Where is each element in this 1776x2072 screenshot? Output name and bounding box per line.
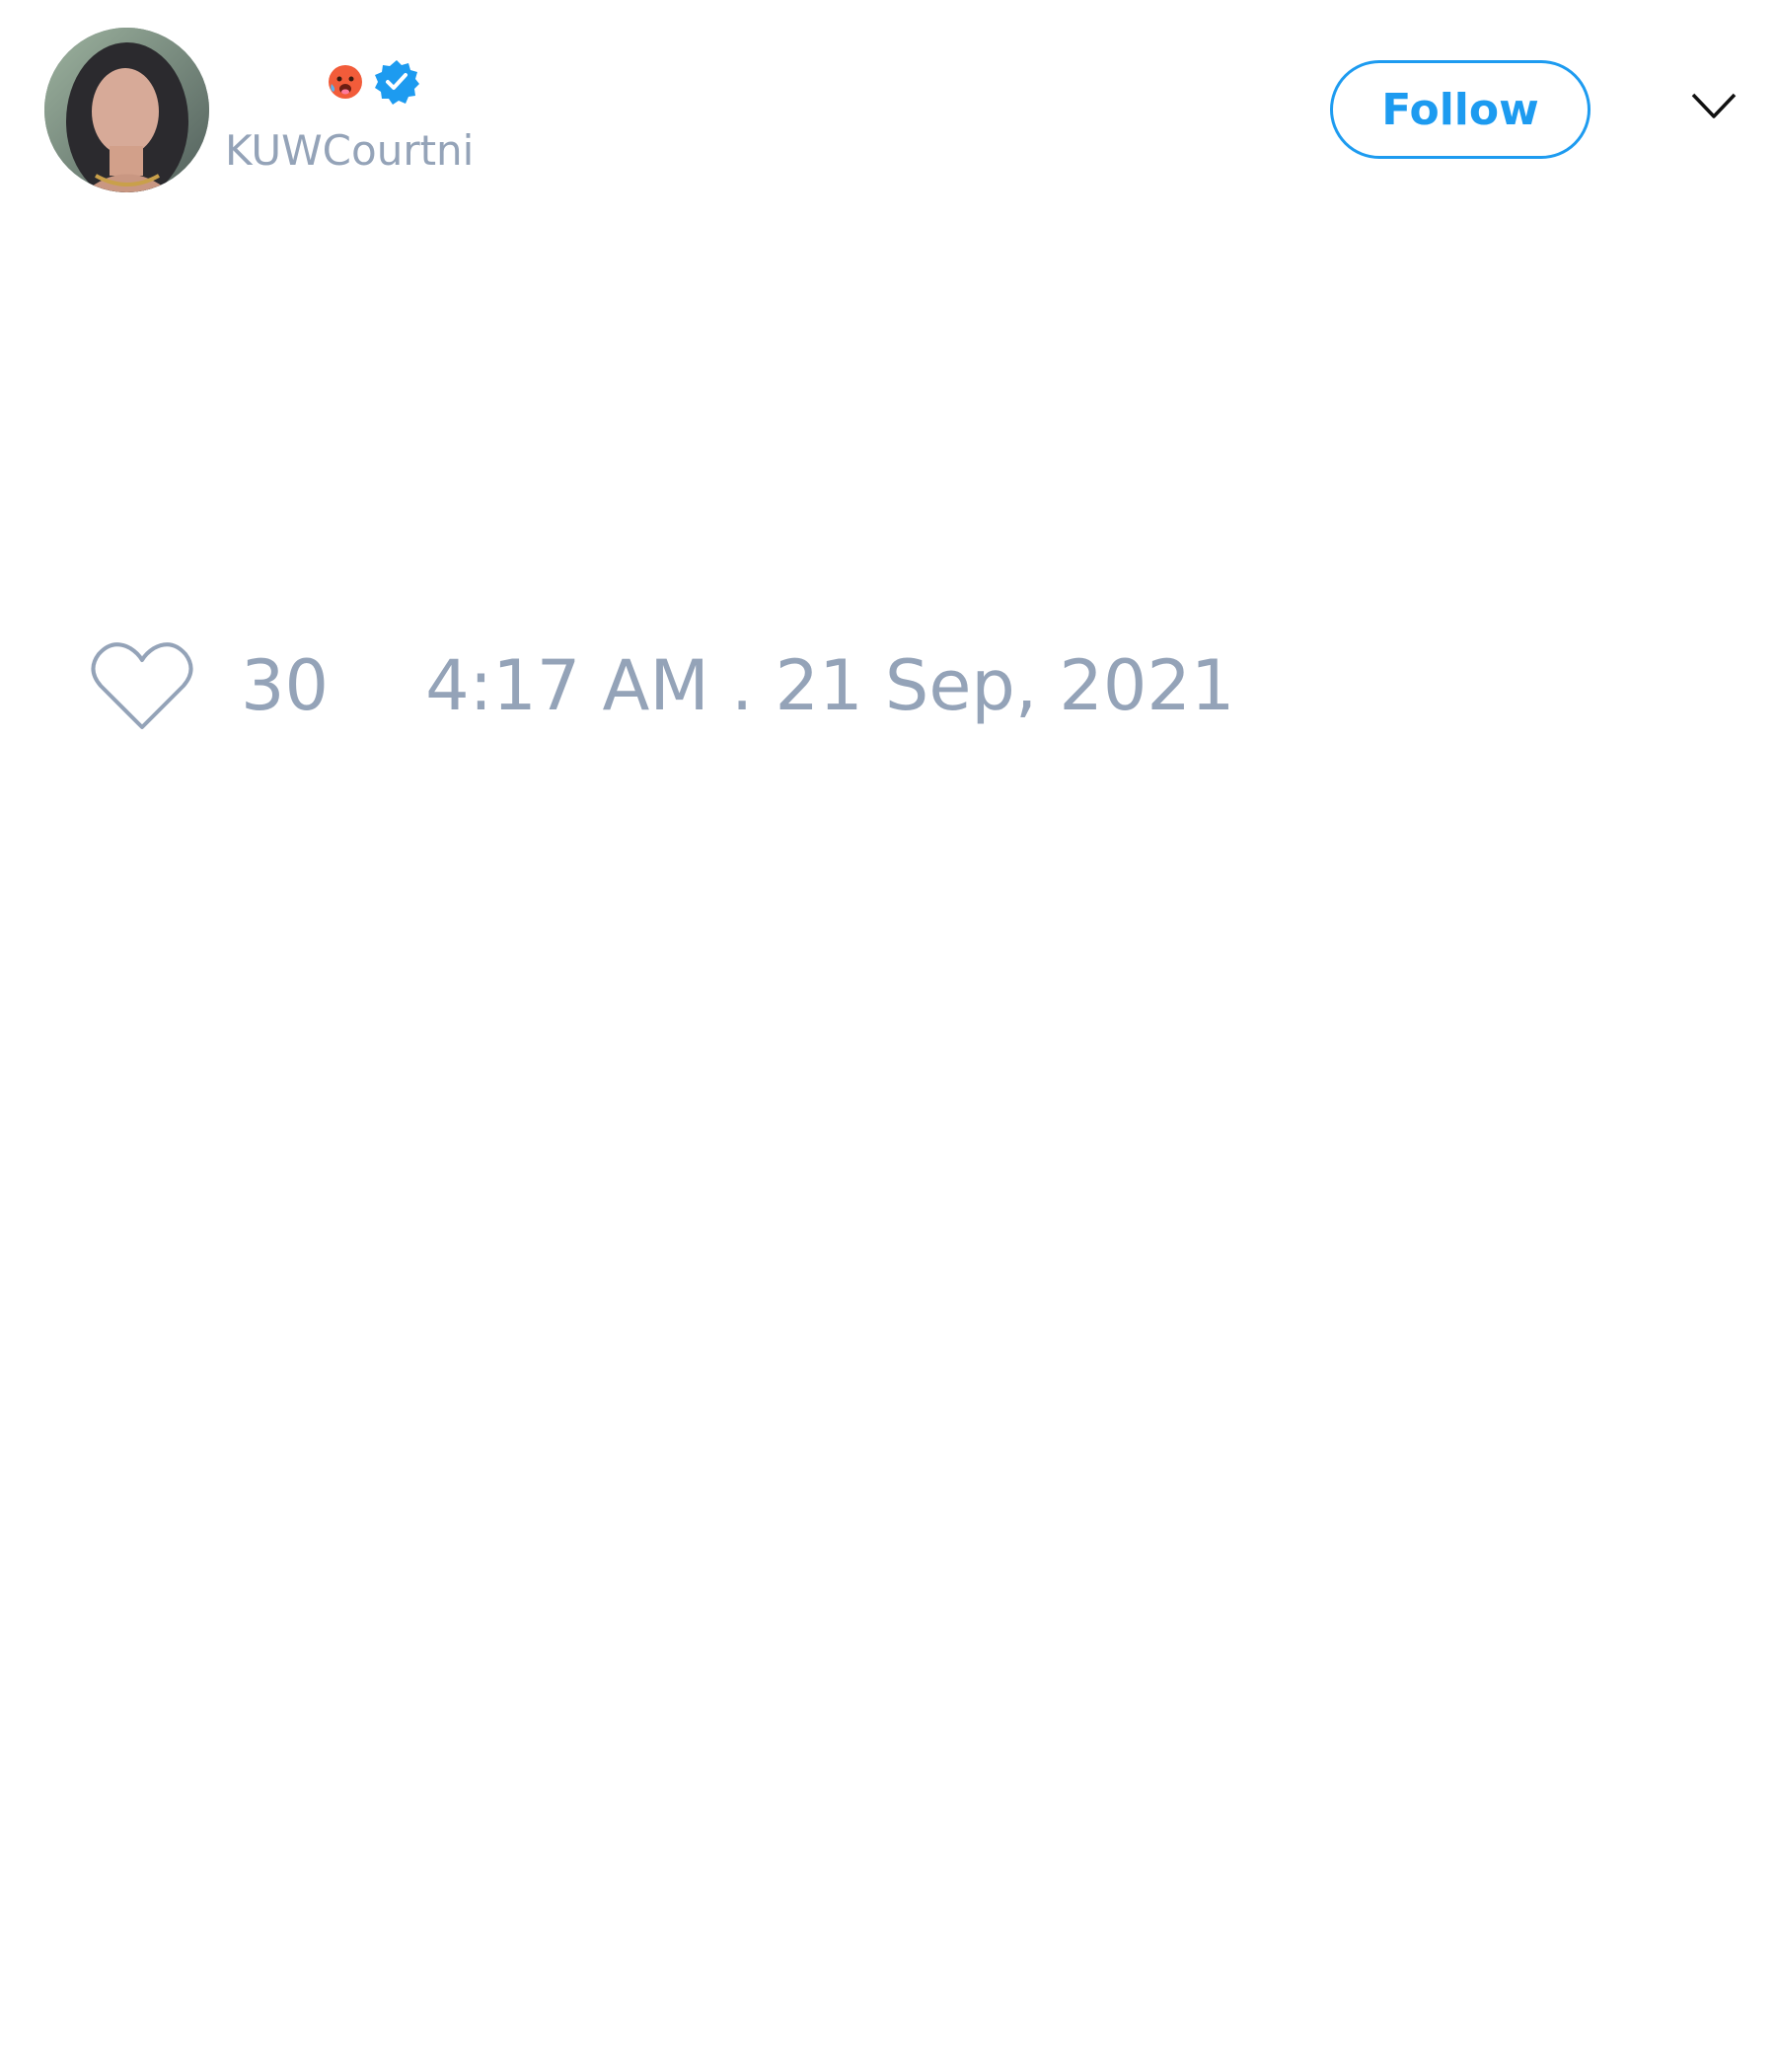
like-count: 30 [241,645,330,726]
verified-badge-icon [375,60,419,105]
tweet-timestamp[interactable]: 4:17 AM . 21 Sep, 2021 [425,636,1234,735]
avatar-photo [44,28,209,192]
chevron-down-icon[interactable] [1689,89,1739,124]
follow-button[interactable]: Follow [1330,60,1591,159]
hot-face-emoji [329,65,362,99]
display-name-row[interactable] [326,57,420,107]
tweet-card: KUWCourtni Follow 30 4:17 AM . 21 Sep, 2… [0,0,1776,2072]
avatar[interactable] [44,28,209,192]
user-handle[interactable]: KUWCourtni [225,126,474,176]
tweet-stats-row: 30 4:17 AM . 21 Sep, 2021 [89,631,1234,740]
heart-icon[interactable] [89,636,195,735]
